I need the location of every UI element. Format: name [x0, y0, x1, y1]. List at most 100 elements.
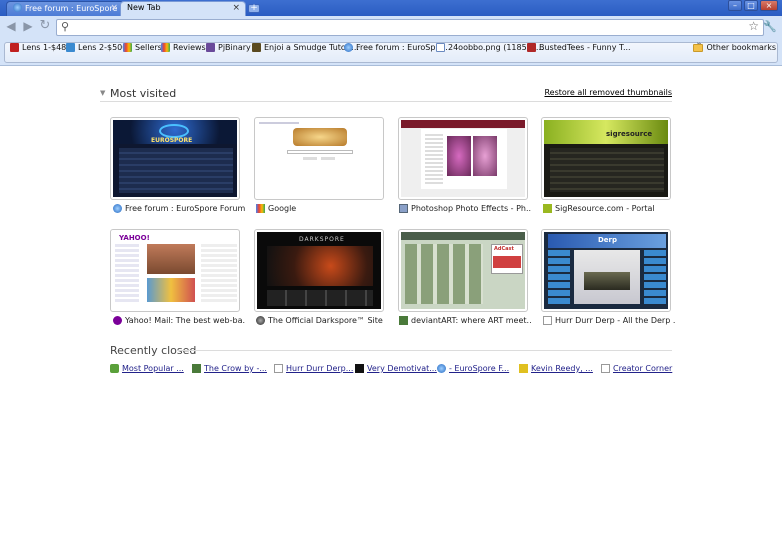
- sigresource-icon: [543, 204, 552, 213]
- restore-thumbnails-link[interactable]: Restore all removed thumbnails: [544, 88, 672, 97]
- derp-logo-text: Derp: [598, 236, 618, 244]
- bookmark-star-icon[interactable]: ☆: [748, 19, 759, 33]
- bookmarks-bar: Lens 1-$480 Lens 2-$500 Sellers Reviews …: [0, 38, 782, 66]
- back-button[interactable]: ◀: [4, 19, 18, 33]
- yahoo-icon: [113, 316, 122, 325]
- recently-closed-label: Very Demotivat...: [367, 364, 437, 373]
- photoshop-icon: [399, 204, 408, 213]
- bookmark-favicon-icon: [10, 43, 19, 52]
- bookmark-favicon-icon: [206, 43, 215, 52]
- recently-closed-item[interactable]: Creator Corner: [601, 364, 672, 373]
- globe-icon: [113, 204, 122, 213]
- globe-icon: [13, 3, 22, 12]
- reload-button[interactable]: ↻: [38, 19, 52, 33]
- bookmark-label: Lens 2-$500: [78, 43, 128, 52]
- thumbnail-screenshot: DARKSPORE: [257, 232, 381, 309]
- bookmark-item[interactable]: BustedTees - Funny T...: [527, 43, 631, 52]
- bookmark-label: Free forum : EuroSpo...: [356, 43, 448, 52]
- bookmark-item[interactable]: Sellers: [123, 43, 162, 52]
- tile-label[interactable]: The Official Darkspore™ Site: [256, 316, 388, 325]
- tile-label[interactable]: deviantART: where ART meet...: [399, 316, 531, 325]
- tile-title: Yahoo! Mail: The best web-ba...: [125, 316, 245, 325]
- thumbnail-screenshot: YAHOO!: [113, 232, 237, 309]
- tile-label[interactable]: Hurr Durr Derp - All the Derp ...: [543, 316, 675, 325]
- close-window-button[interactable]: ×: [760, 0, 778, 11]
- tab-new-tab[interactable]: New Tab ×: [120, 1, 246, 16]
- navigation-toolbar: ◀ ▶ ↻ ⚲ ☆ 🔧: [0, 16, 782, 38]
- tab-close-icon[interactable]: ×: [232, 3, 240, 13]
- bookmark-item[interactable]: Enjoi a Smudge Tutori...: [252, 43, 359, 52]
- most-visited-title[interactable]: Most visited: [110, 87, 176, 100]
- address-input[interactable]: [75, 21, 735, 34]
- bookmark-item[interactable]: PjBinary: [206, 43, 251, 52]
- recently-closed-item[interactable]: Very Demotivat...: [355, 364, 437, 373]
- recently-closed-label: The Crow by -...: [204, 364, 267, 373]
- tab-close-icon[interactable]: ×: [110, 3, 118, 13]
- recently-closed-label: - EuroSpore F...: [449, 364, 510, 373]
- recently-closed-item[interactable]: The Crow by -...: [192, 364, 267, 373]
- bookmark-label: Reviews: [173, 43, 206, 52]
- thumbnail-screenshot: Derp: [544, 232, 668, 309]
- tile-title: Free forum : EuroSpore Forum: [125, 204, 245, 213]
- sigresource-logo-text: sigresource: [606, 130, 653, 138]
- puzzle-icon: [110, 364, 119, 373]
- bookmark-item[interactable]: Free forum : EuroSpo...: [344, 43, 448, 52]
- tile-label[interactable]: Free forum : EuroSpore Forum: [113, 204, 245, 213]
- recently-closed-item[interactable]: Most Popular ...: [110, 364, 184, 373]
- bookmark-favicon-icon: [123, 43, 132, 52]
- minimize-button[interactable]: –: [728, 0, 742, 11]
- thumbnail-darkspore[interactable]: DARKSPORE: [254, 229, 384, 312]
- thumbnail-screenshot: AdCast: [401, 232, 525, 309]
- thumbnail-eurospore[interactable]: EUROSPORE: [110, 117, 240, 200]
- divider: [176, 350, 672, 351]
- darkspore-icon: [256, 316, 265, 325]
- omnibox[interactable]: ⚲ ☆: [56, 19, 764, 36]
- other-bookmarks-button[interactable]: Other bookmarks: [693, 43, 776, 52]
- bookmark-label: PjBinary: [218, 43, 251, 52]
- image-file-icon: [436, 43, 445, 52]
- bookmark-item[interactable]: Lens 1-$480: [10, 43, 71, 52]
- bookmark-item[interactable]: Reviews: [161, 43, 206, 52]
- bookmark-label: BustedTees - Funny T...: [539, 43, 631, 52]
- globe-icon: [437, 364, 446, 373]
- thumbnail-google[interactable]: [254, 117, 384, 200]
- thumbnail-sigresource[interactable]: sigresource: [541, 117, 671, 200]
- tile-title: deviantART: where ART meet...: [411, 316, 531, 325]
- recently-closed-item[interactable]: Hurr Durr Derp...: [274, 364, 353, 373]
- new-tab-button[interactable]: +: [248, 4, 260, 13]
- thumbnail-hurr-durr-derp[interactable]: Derp: [541, 229, 671, 312]
- collapse-arrow-icon[interactable]: ▼: [100, 89, 105, 97]
- deviantart-icon: [399, 316, 408, 325]
- thumbnail-screenshot: [401, 120, 525, 197]
- forward-button[interactable]: ▶: [21, 19, 35, 33]
- most-visited-header: ▼ Most visited Restore all removed thumb…: [100, 87, 672, 101]
- bookmark-favicon-icon: [252, 43, 261, 52]
- bookmark-item[interactable]: Lens 2-$500: [66, 43, 127, 52]
- recently-closed-item[interactable]: - EuroSpore F...: [437, 364, 509, 373]
- bookmark-favicon-icon: [66, 43, 75, 52]
- wrench-icon[interactable]: 🔧: [763, 20, 777, 33]
- tab-title: Free forum : EuroSpore Fo...: [25, 4, 123, 13]
- thumbnail-photoshop[interactable]: [398, 117, 528, 200]
- maximize-button[interactable]: □: [744, 0, 758, 11]
- thumbnail-screenshot: [257, 120, 381, 197]
- bookmark-favicon-icon: [527, 43, 536, 52]
- title-bar: Free forum : EuroSpore Fo... × New Tab ×…: [0, 0, 782, 16]
- recently-closed-item[interactable]: Kevin Reedy, ...: [519, 364, 593, 373]
- google-icon: [256, 204, 265, 213]
- tab-eurospore[interactable]: Free forum : EuroSpore Fo... ×: [6, 1, 124, 16]
- bookmark-label: Lens 1-$480: [22, 43, 72, 52]
- folder-icon: [693, 43, 704, 52]
- tab-title: New Tab: [127, 3, 161, 12]
- thumbnail-deviantart[interactable]: AdCast: [398, 229, 528, 312]
- recently-closed-label: Most Popular ...: [122, 364, 184, 373]
- tile-label[interactable]: SigResource.com - Portal: [543, 204, 675, 213]
- recently-closed-label: Creator Corner: [613, 364, 673, 373]
- tile-label[interactable]: Yahoo! Mail: The best web-ba...: [113, 316, 245, 325]
- tile-title: The Official Darkspore™ Site: [268, 316, 383, 325]
- tile-label[interactable]: Photoshop Photo Effects - Ph...: [399, 204, 531, 213]
- page-icon: [601, 364, 610, 373]
- thumbnail-yahoo-mail[interactable]: YAHOO!: [110, 229, 240, 312]
- other-bookmarks-label: Other bookmarks: [706, 43, 776, 52]
- tile-label[interactable]: Google: [256, 204, 388, 213]
